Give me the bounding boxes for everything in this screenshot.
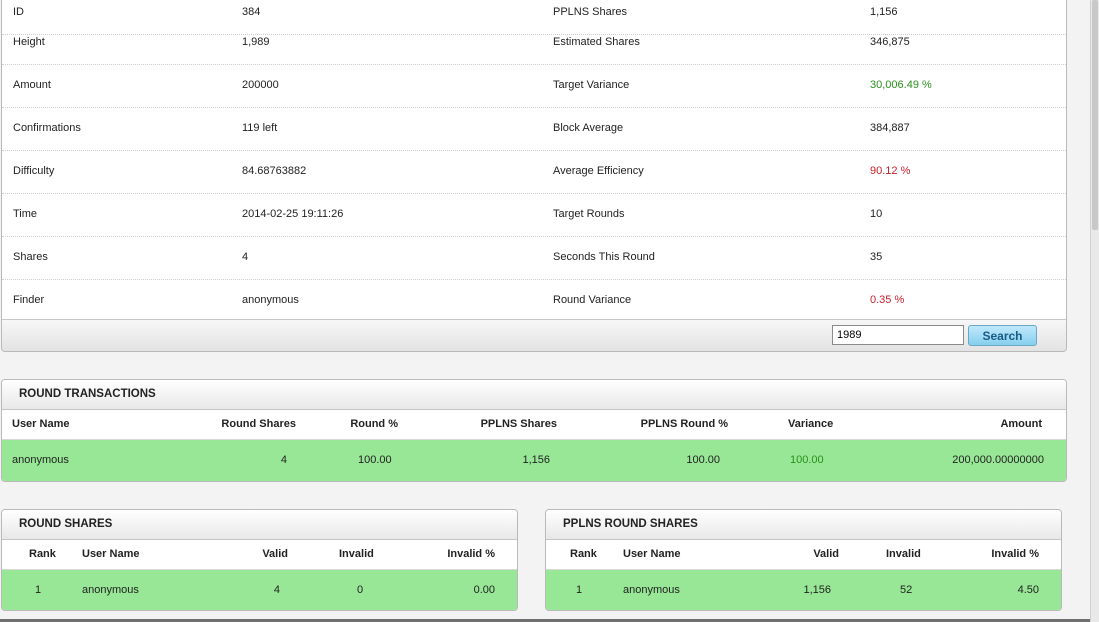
info-row-shares: Shares 4 Seconds This Round 35 bbox=[2, 236, 1066, 280]
pplns-round-shares-panel: PPLNS ROUND SHARES Rank User Name Valid … bbox=[545, 509, 1062, 611]
info-label: Target Rounds bbox=[553, 208, 625, 220]
info-label: Target Variance bbox=[553, 79, 630, 91]
info-value: 10 bbox=[870, 208, 883, 220]
info-value: 384,887 bbox=[870, 122, 910, 134]
search-button[interactable]: Search bbox=[968, 325, 1037, 346]
table-row: 1 anonymous 4 0 0.00 bbox=[2, 570, 517, 610]
panel-title: PPLNS ROUND SHARES bbox=[546, 510, 1061, 540]
info-label: Difficulty bbox=[13, 165, 55, 177]
info-row-difficulty: Difficulty 84.68763882 Average Efficienc… bbox=[2, 150, 1066, 194]
column-header: Round Shares bbox=[221, 418, 296, 430]
panel-title: ROUND SHARES bbox=[2, 510, 517, 540]
info-label: Height bbox=[13, 36, 45, 48]
column-header: User Name bbox=[82, 548, 140, 560]
cell-round-shares: 4 bbox=[280, 454, 287, 466]
info-value: 1,989 bbox=[242, 36, 270, 48]
block-info-panel: ID 384 PPLNS Shares 1,156 Height 1,989 E… bbox=[1, 0, 1067, 352]
info-value: 346,875 bbox=[870, 36, 910, 48]
cell-rank: 1 bbox=[576, 584, 583, 596]
column-header: Invalid % bbox=[447, 548, 495, 560]
column-header: Amount bbox=[1000, 418, 1042, 430]
info-value: 4 bbox=[242, 251, 249, 263]
info-value: 2014-02-25 19:11:26 bbox=[242, 208, 344, 220]
table-header: User Name Round Shares Round % PPLNS Sha… bbox=[2, 410, 1066, 440]
info-label: Amount bbox=[13, 79, 51, 91]
info-value: 35 bbox=[870, 251, 883, 263]
cell-amount: 200,000.00000000 bbox=[952, 454, 1044, 466]
column-header: User Name bbox=[12, 418, 70, 430]
cell-invalid: 52 bbox=[900, 584, 913, 596]
cell-user-name: anonymous bbox=[623, 584, 680, 596]
average-efficiency-value: 90.12 % bbox=[870, 165, 911, 177]
table-row: anonymous 4 100.00 1,156 100.00 100.00 2… bbox=[2, 440, 1066, 481]
scrollbar-thumb[interactable] bbox=[1092, 0, 1098, 230]
cell-user-name: anonymous bbox=[12, 454, 69, 466]
column-header: Rank bbox=[570, 548, 597, 560]
info-row-height: Height 1,989 Estimated Shares 346,875 bbox=[2, 21, 1066, 65]
cell-pplns-round-pct: 100.00 bbox=[686, 454, 720, 466]
column-header: Rank bbox=[29, 548, 56, 560]
block-search-input[interactable] bbox=[832, 325, 964, 345]
info-label: Confirmations bbox=[13, 122, 81, 134]
info-label: Finder bbox=[13, 294, 45, 306]
info-label: Round Variance bbox=[553, 294, 632, 306]
cell-invalid: 0 bbox=[357, 584, 364, 596]
column-header: User Name bbox=[623, 548, 681, 560]
cell-valid: 1,156 bbox=[803, 584, 831, 596]
column-header: Valid bbox=[262, 548, 288, 560]
column-header: Invalid bbox=[886, 548, 921, 560]
search-bar: Search bbox=[2, 319, 1066, 351]
round-shares-panel: ROUND SHARES Rank User Name Valid Invali… bbox=[1, 509, 518, 611]
column-header: Valid bbox=[813, 548, 839, 560]
info-row-amount: Amount 200000 Target Variance 30,006.49 … bbox=[2, 64, 1066, 108]
info-row-confirmations: Confirmations 119 left Block Average 384… bbox=[2, 107, 1066, 151]
column-header: Invalid % bbox=[991, 548, 1039, 560]
info-value: 119 left bbox=[242, 122, 278, 134]
cell-invalid-pct: 0.00 bbox=[473, 584, 495, 596]
info-value: 84.68763882 bbox=[242, 165, 307, 177]
page-scrollbar[interactable] bbox=[1090, 0, 1099, 622]
cell-rank: 1 bbox=[35, 584, 42, 596]
info-label: Shares bbox=[13, 251, 48, 263]
cell-pplns-shares: 1,156 bbox=[522, 454, 550, 466]
column-header: Round % bbox=[350, 418, 398, 430]
cell-variance: 100.00 bbox=[790, 454, 824, 466]
info-label: Estimated Shares bbox=[553, 36, 640, 48]
column-header: PPLNS Shares bbox=[480, 418, 557, 430]
cell-valid: 4 bbox=[273, 584, 280, 596]
info-label: Time bbox=[13, 208, 38, 220]
cell-round-pct: 100.00 bbox=[358, 454, 392, 466]
info-label: Block Average bbox=[553, 122, 624, 134]
column-header: Variance bbox=[788, 418, 834, 430]
column-header: PPLNS Round % bbox=[640, 418, 728, 430]
info-label: Seconds This Round bbox=[553, 251, 655, 263]
cell-invalid-pct: 4.50 bbox=[1017, 584, 1039, 596]
target-variance-value: 30,006.49 % bbox=[870, 79, 932, 91]
table-header: Rank User Name Valid Invalid Invalid % bbox=[546, 540, 1061, 570]
info-row-finder: Finder anonymous Round Variance 0.35 % bbox=[2, 279, 1066, 323]
cell-user-name: anonymous bbox=[82, 584, 139, 596]
info-value: anonymous bbox=[242, 294, 299, 306]
column-header: Invalid bbox=[339, 548, 374, 560]
round-transactions-panel: ROUND TRANSACTIONS User Name Round Share… bbox=[1, 379, 1067, 482]
panel-title: ROUND TRANSACTIONS bbox=[2, 380, 1066, 410]
table-row: 1 anonymous 1,156 52 4.50 bbox=[546, 570, 1061, 610]
info-value: 200000 bbox=[242, 79, 279, 91]
round-variance-value: 0.35 % bbox=[870, 294, 905, 306]
info-label: Average Efficiency bbox=[553, 165, 644, 177]
info-row-time: Time 2014-02-25 19:11:26 Target Rounds 1… bbox=[2, 193, 1066, 237]
table-header: Rank User Name Valid Invalid Invalid % bbox=[2, 540, 517, 570]
